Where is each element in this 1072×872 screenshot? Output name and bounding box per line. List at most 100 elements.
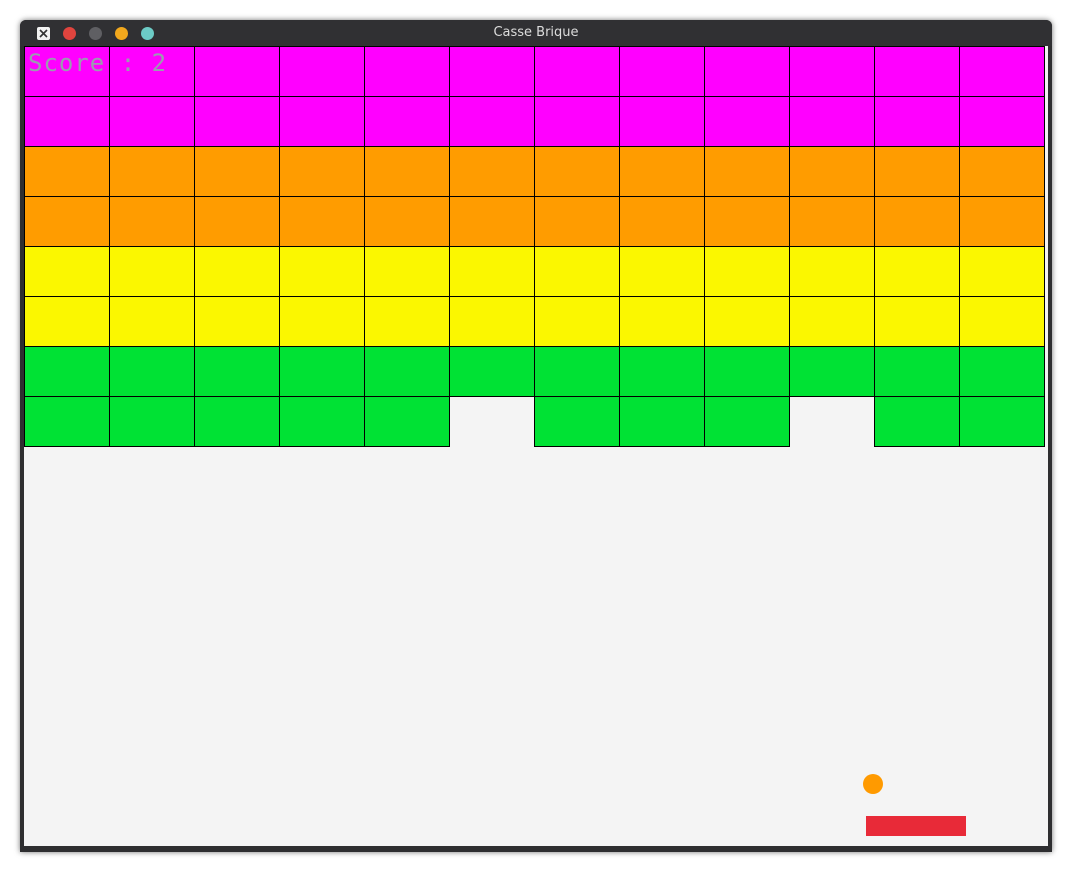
brick (959, 346, 1045, 397)
brick (534, 96, 620, 147)
brick (789, 346, 875, 397)
paddle[interactable] (866, 816, 966, 836)
brick (279, 96, 365, 147)
brick (279, 196, 365, 247)
brick (959, 246, 1045, 297)
brick (874, 146, 960, 197)
brick (619, 346, 705, 397)
brick (534, 346, 620, 397)
brick (619, 46, 705, 97)
brick (279, 346, 365, 397)
brick (109, 396, 195, 447)
brick (619, 196, 705, 247)
brick (874, 346, 960, 397)
window-title: Casse Brique (493, 25, 579, 40)
brick (109, 196, 195, 247)
brick (194, 246, 280, 297)
brick (449, 96, 535, 147)
brick-wall (24, 46, 1048, 447)
brick (449, 196, 535, 247)
brick (364, 146, 450, 197)
brick (874, 246, 960, 297)
brick (789, 146, 875, 197)
brick (364, 296, 450, 347)
brick (279, 296, 365, 347)
brick (789, 246, 875, 297)
brick (449, 146, 535, 197)
brick (704, 246, 790, 297)
brick (534, 246, 620, 297)
brick (534, 46, 620, 97)
brick (194, 46, 280, 97)
brick (874, 196, 960, 247)
brick (619, 146, 705, 197)
brick (24, 346, 110, 397)
brick (364, 46, 450, 97)
brick (109, 146, 195, 197)
brick (449, 46, 535, 97)
brick (534, 146, 620, 197)
brick (874, 96, 960, 147)
brick (194, 346, 280, 397)
title-bar[interactable]: Casse Brique (20, 20, 1052, 46)
brick (704, 346, 790, 397)
brick (24, 396, 110, 447)
brick (364, 396, 450, 447)
brick (704, 46, 790, 97)
brick (704, 196, 790, 247)
brick (789, 296, 875, 347)
brick (364, 246, 450, 297)
brick (279, 246, 365, 297)
brick (109, 296, 195, 347)
brick (704, 96, 790, 147)
brick (279, 146, 365, 197)
brick (704, 296, 790, 347)
brick (364, 96, 450, 147)
brick (194, 96, 280, 147)
brick (24, 246, 110, 297)
brick (789, 46, 875, 97)
brick (449, 296, 535, 347)
brick (449, 346, 535, 397)
brick (534, 196, 620, 247)
brick (619, 396, 705, 447)
game-canvas[interactable]: Score : 2 (24, 46, 1048, 846)
brick (279, 396, 365, 447)
brick (959, 46, 1045, 97)
brick (959, 146, 1045, 197)
brick (24, 196, 110, 247)
brick (194, 146, 280, 197)
brick (109, 96, 195, 147)
brick (789, 96, 875, 147)
brick (194, 196, 280, 247)
brick (279, 46, 365, 97)
brick (789, 196, 875, 247)
brick (959, 96, 1045, 147)
brick (24, 296, 110, 347)
brick (959, 196, 1045, 247)
brick (449, 246, 535, 297)
game-window: Casse Brique Score : 2 (20, 20, 1052, 852)
brick (534, 396, 620, 447)
brick (704, 396, 790, 447)
brick (874, 396, 960, 447)
brick (534, 296, 620, 347)
brick (874, 46, 960, 97)
brick (109, 346, 195, 397)
brick (619, 246, 705, 297)
brick (109, 246, 195, 297)
brick (874, 296, 960, 347)
score-label: Score : 2 (28, 49, 168, 77)
brick (24, 96, 110, 147)
brick (24, 146, 110, 197)
brick (704, 146, 790, 197)
brick (194, 396, 280, 447)
brick (194, 296, 280, 347)
brick (959, 396, 1045, 447)
brick (364, 346, 450, 397)
brick (959, 296, 1045, 347)
brick (619, 296, 705, 347)
brick (619, 96, 705, 147)
brick (364, 196, 450, 247)
ball (863, 774, 883, 794)
